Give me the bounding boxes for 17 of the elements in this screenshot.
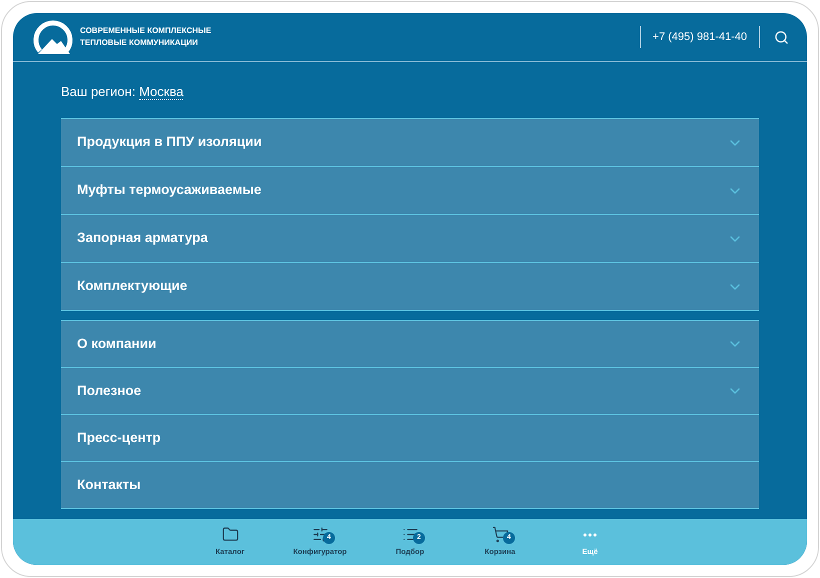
folder-icon xyxy=(222,526,238,544)
menu-item[interactable]: Пресс-центр xyxy=(61,415,759,462)
more-icon xyxy=(583,532,597,537)
region-label: Ваш регион: xyxy=(61,84,136,99)
menu-item[interactable]: Продукция в ППУ изоляции xyxy=(61,119,759,167)
menu-item[interactable]: Комплектующие xyxy=(61,263,759,311)
company-name: СОВРЕМЕННЫЕ КОМПЛЕКСНЫЕ xyxy=(80,25,212,37)
menu-item[interactable]: Полезное xyxy=(61,368,759,415)
menu-item[interactable]: Контакты xyxy=(61,462,759,509)
menu-item[interactable]: Муфты термоусаживаемые xyxy=(61,167,759,215)
phone-link[interactable]: +7 (495) 981-41-40 xyxy=(640,28,759,46)
company-name: ТЕПЛОВЫЕ КОММУНИКАЦИИ xyxy=(80,37,199,49)
menu-item[interactable]: О компании xyxy=(61,321,759,368)
region-link[interactable]: Москва xyxy=(139,84,184,100)
logo-icon xyxy=(32,19,74,55)
search-button[interactable] xyxy=(774,30,789,44)
menu-item[interactable]: Запорная арматура xyxy=(61,215,759,263)
